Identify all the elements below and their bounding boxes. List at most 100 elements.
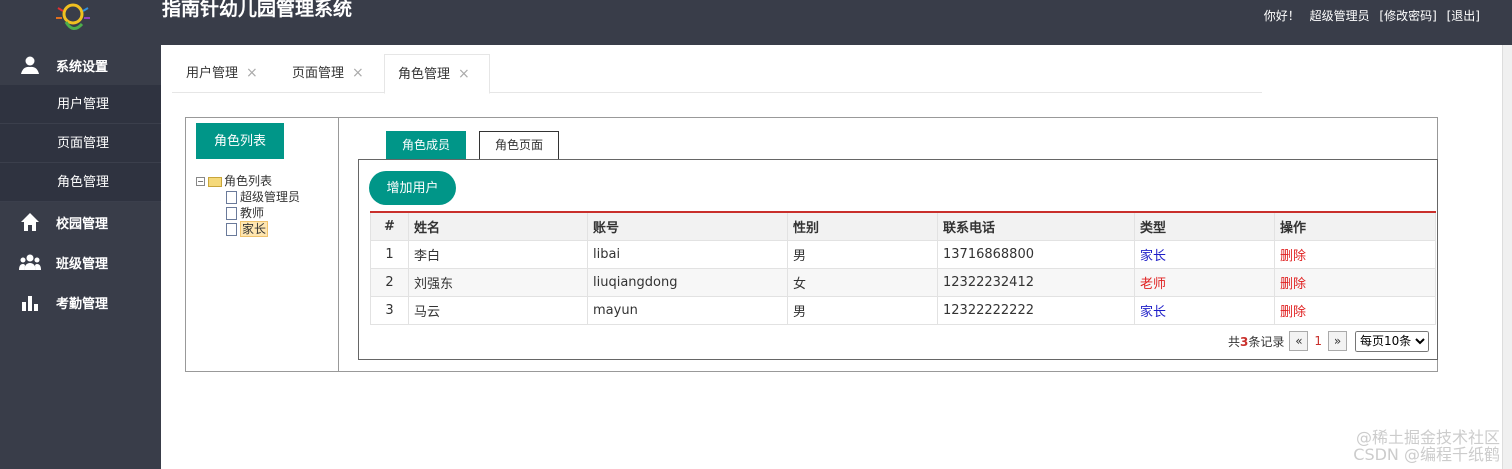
sidebar-group-label: 考勤管理 [56,296,109,312]
cell-name: 李白 [408,239,588,269]
tab-role-members[interactable]: 角色成员 [386,131,466,159]
user-bar: 你好！ 超级管理员 [修改密码] [退出] [1258,7,1480,24]
pagination: 共3条记录 « 1 » 每页10条 [1228,330,1429,352]
close-icon[interactable]: × [246,65,258,81]
sidebar-group-attendance[interactable]: 考勤管理 [0,282,161,322]
table-row: 3 马云 mayun 男 12322222222 家长 删除 [370,295,1436,325]
logo-icon [56,3,90,30]
col-header-type: 类型 [1134,211,1275,241]
group-icon [18,252,42,272]
next-page-button[interactable]: » [1328,331,1347,351]
tab-page-management[interactable]: 页面管理 × [292,54,364,93]
role-list-button[interactable]: 角色列表 [196,123,284,159]
cell-type: 家长 [1134,239,1275,269]
delete-link[interactable]: 删除 [1274,295,1436,325]
watermark: @稀土掘金技术社区 CSDN @编程千纸鹤 [1353,429,1500,463]
watermark-line: CSDN @编程千纸鹤 [1353,445,1500,464]
delete-link[interactable]: 删除 [1274,239,1436,269]
sidebar-item-role-management[interactable]: 角色管理 [0,163,161,202]
col-header-phone: 联系电话 [937,211,1135,241]
cell-phone: 12322222222 [937,295,1135,325]
document-icon [226,191,237,204]
members-box: 增加用户 # 姓名 账号 性别 联系电话 类型 操作 1 李白 libai 男 … [358,159,1438,360]
sidebar-group-class[interactable]: 班级管理 [0,242,161,282]
col-header-gender: 性别 [787,211,938,241]
col-header-name: 姓名 [408,211,588,241]
cell-type: 老师 [1134,267,1275,297]
tree-item-label: 超级管理员 [240,190,301,204]
add-user-button[interactable]: 增加用户 [369,171,456,205]
greeting-text: 你好！ [1263,9,1300,23]
user-role: 超级管理员 [1309,9,1370,23]
cell-account: mayun [587,295,788,325]
tab-role-pages[interactable]: 角色页面 [479,131,559,159]
page-scrollbar[interactable] [1502,45,1512,469]
col-header-actions: 操作 [1274,211,1436,241]
sidebar-group-label: 校园管理 [56,216,109,232]
delete-link[interactable]: 删除 [1274,267,1436,297]
main-tab-bar: 用户管理 × 页面管理 × 角色管理 × [172,54,1262,94]
sidebar-item-page-management[interactable]: 页面管理 [0,124,161,163]
role-tree: − 角色列表 超级管理员 教师 家长 [196,173,300,237]
col-header-index: # [370,211,409,241]
cell-gender: 男 [787,239,938,269]
tab-label: 角色管理 [398,67,451,82]
change-password-link[interactable]: [修改密码] [1379,9,1436,23]
cell-index: 2 [370,267,409,297]
cell-phone: 13716868800 [937,239,1135,269]
cell-name: 刘强东 [408,267,588,297]
cell-type: 家长 [1134,295,1275,325]
cell-gender: 男 [787,295,938,325]
tree-item-label: 家长 [240,221,269,237]
cell-index: 3 [370,295,409,325]
cell-account: libai [587,239,788,269]
top-header: 指南针幼儿园管理系统 你好！ 超级管理员 [修改密码] [退出] [0,0,1512,45]
bar-chart-icon [18,292,42,312]
sidebar: 系统设置 用户管理 页面管理 角色管理 校园管理 班级管理 考勤管理 [0,45,161,469]
sidebar-group-campus[interactable]: 校园管理 [0,202,161,242]
cell-gender: 女 [787,267,938,297]
tree-item-teacher[interactable]: 教师 [226,205,300,221]
tree-root-label: 角色列表 [224,174,273,188]
members-table: # 姓名 账号 性别 联系电话 类型 操作 1 李白 libai 男 13716… [370,211,1436,325]
sidebar-group-label: 班级管理 [56,256,109,272]
watermark-line: @稀土掘金技术社区 [1355,428,1500,447]
role-tree-panel: 角色列表 − 角色列表 超级管理员 教师 家长 [186,118,339,371]
tree-item-label: 教师 [240,206,265,220]
tab-role-management[interactable]: 角色管理 × [384,54,490,94]
sidebar-group-label: 系统设置 [56,59,109,75]
home-icon [18,212,42,232]
document-icon [226,223,237,236]
page-size-select[interactable]: 每页10条 [1355,330,1429,352]
folder-icon [208,176,222,187]
collapse-icon[interactable]: − [196,177,205,186]
document-icon [226,207,237,220]
table-row: 2 刘强东 liuqiangdong 女 12322232412 老师 删除 [370,267,1436,297]
sidebar-group-system-settings[interactable]: 系统设置 [0,45,161,85]
role-detail-panel: 角色成员 角色页面 增加用户 # 姓名 账号 性别 联系电话 类型 操作 1 李… [339,118,1438,371]
sidebar-item-user-management[interactable]: 用户管理 [0,85,161,124]
tab-label: 页面管理 [292,66,345,81]
close-icon[interactable]: × [458,66,470,82]
cell-account: liuqiangdong [587,267,788,297]
cell-name: 马云 [408,295,588,325]
tree-item-parent[interactable]: 家长 [226,221,300,237]
current-page[interactable]: 1 [1314,334,1322,348]
app-title: 指南针幼儿园管理系统 [162,0,353,20]
record-count: 共3条记录 [1228,333,1284,350]
tab-user-management[interactable]: 用户管理 × [186,54,258,93]
tree-item-super-admin[interactable]: 超级管理员 [226,189,300,205]
col-header-account: 账号 [587,211,788,241]
logout-link[interactable]: [退出] [1447,9,1480,23]
cell-index: 1 [370,239,409,269]
table-row: 1 李白 libai 男 13716868800 家长 删除 [370,239,1436,269]
tab-label: 用户管理 [186,66,239,81]
tree-root[interactable]: − 角色列表 [196,173,300,189]
record-count-suffix: 条记录 [1248,334,1285,349]
prev-page-button[interactable]: « [1289,331,1309,351]
cell-phone: 12322232412 [937,267,1135,297]
table-header-row: # 姓名 账号 性别 联系电话 类型 操作 [370,211,1436,241]
close-icon[interactable]: × [352,65,364,81]
user-icon [18,55,42,75]
record-count-prefix: 共 [1227,334,1240,349]
